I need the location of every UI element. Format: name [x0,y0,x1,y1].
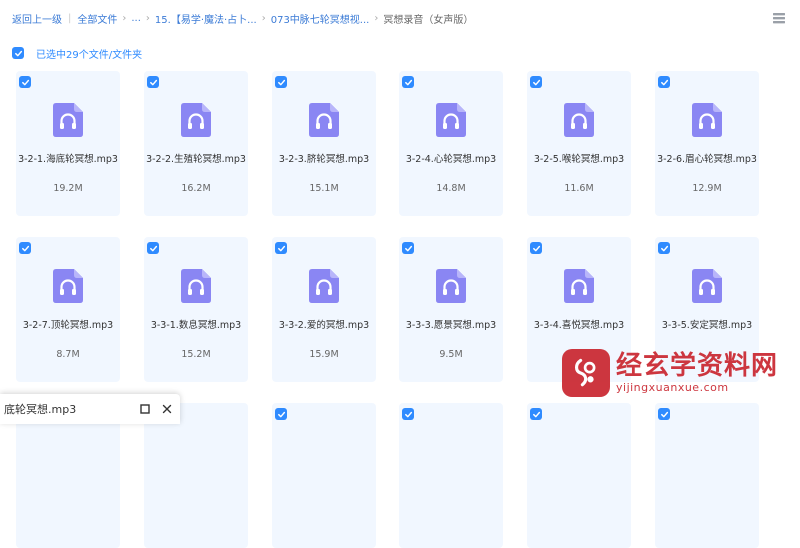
file-card[interactable]: 3-2-7.顶轮冥想.mp3 8.7M [16,237,120,382]
file-name: 3-2-5.喉轮冥想.mp3 [533,154,625,165]
download-bar: 底轮冥想.mp3 [0,394,180,424]
select-all-checkbox[interactable] [12,47,24,59]
audio-file-icon [53,269,83,303]
file-card[interactable] [144,403,248,548]
file-card[interactable]: 3-2-3.脐轮冥想.mp3 15.1M [272,71,376,216]
file-card[interactable]: 3-3-2.爱的冥想.mp3 15.9M [272,237,376,382]
divider: | [68,12,72,24]
chevron-right-icon: › [122,12,127,24]
file-card[interactable]: 3-2-4.心轮冥想.mp3 14.8M [399,71,503,216]
breadcrumb-folder-2[interactable]: 073中脉七轮冥想视... [271,11,370,26]
file-name: 3-3-4.喜悦冥想.mp3 [533,320,625,331]
file-checkbox[interactable] [19,76,31,88]
watermark-url: yijingxuanxue.com [616,381,729,394]
file-size: 15.2M [181,349,211,360]
file-checkbox[interactable] [19,242,31,254]
audio-file-icon [692,269,722,303]
file-size: 12.9M [692,183,722,194]
select-all-row: 已选中29个文件/文件夹 [12,45,142,61]
file-size: 15.9M [309,349,339,360]
file-checkbox[interactable] [402,242,414,254]
file-checkbox[interactable] [275,242,287,254]
file-checkbox[interactable] [530,76,542,88]
file-name: 3-2-1.海底轮冥想.mp3 [18,154,118,165]
file-card[interactable]: 3-2-6.眉心轮冥想.mp3 12.9M [655,71,759,216]
audio-file-icon [309,103,339,137]
file-name: 3-2-2.生殖轮冥想.mp3 [146,154,246,165]
maximize-icon[interactable] [136,400,154,418]
file-card[interactable] [399,403,503,548]
file-name: 3-3-1.数息冥想.mp3 [150,320,242,331]
back-link[interactable]: 返回上一级 [12,11,62,26]
breadcrumb-ellipsis[interactable]: ... [131,13,141,24]
watermark-text: 经玄学资料网 [616,351,779,381]
file-size: 14.8M [436,183,466,194]
file-card[interactable] [272,403,376,548]
file-name: 3-2-7.顶轮冥想.mp3 [22,320,114,331]
all-files-link[interactable]: 全部文件 [77,11,117,26]
file-checkbox[interactable] [275,76,287,88]
file-name: 3-3-3.愿景冥想.mp3 [405,320,497,331]
file-size: 16.2M [181,183,211,194]
file-card[interactable]: 3-2-5.喉轮冥想.mp3 11.6M [527,71,631,216]
file-card[interactable]: 3-2-2.生殖轮冥想.mp3 16.2M [144,71,248,216]
file-name: 3-2-3.脐轮冥想.mp3 [278,154,370,165]
breadcrumb: 返回上一级 | 全部文件 › ... › 15.【易学·魔法·占卜... › 0… [12,10,473,26]
file-size: 9.5M [439,349,463,360]
file-size: 8.7M [56,349,80,360]
audio-file-icon [53,103,83,137]
file-checkbox[interactable] [402,408,414,420]
file-checkbox[interactable] [658,408,670,420]
selection-count: 已选中29个文件/文件夹 [36,49,143,61]
audio-file-icon [181,269,211,303]
download-filename: 底轮冥想.mp3 [4,403,77,416]
file-card[interactable]: 3-3-1.数息冥想.mp3 15.2M [144,237,248,382]
file-card[interactable] [16,403,120,548]
close-icon[interactable] [158,400,176,418]
file-checkbox[interactable] [658,242,670,254]
chevron-right-icon: › [145,12,150,24]
file-name: 3-3-5.安定冥想.mp3 [661,320,753,331]
watermark-logo-icon [562,349,610,397]
file-checkbox[interactable] [658,76,670,88]
file-card[interactable] [527,403,631,548]
file-checkbox[interactable] [147,242,159,254]
watermark: 经玄学资料网 yijingxuanxue.com [562,345,788,401]
breadcrumb-current: 冥想录音（女声版） [383,14,474,26]
file-card[interactable] [655,403,759,548]
chevron-right-icon: › [374,12,379,24]
file-name: 3-2-4.心轮冥想.mp3 [405,154,497,165]
file-size: 19.2M [53,183,83,194]
audio-file-icon [309,269,339,303]
file-checkbox[interactable] [275,408,287,420]
file-card[interactable]: 3-2-1.海底轮冥想.mp3 19.2M [16,71,120,216]
audio-file-icon [436,269,466,303]
file-checkbox[interactable] [402,76,414,88]
file-size: 15.1M [309,183,339,194]
file-card[interactable]: 3-3-3.愿景冥想.mp3 9.5M [399,237,503,382]
file-checkbox[interactable] [530,242,542,254]
view-toggle-icon[interactable] [772,10,786,24]
file-size: 11.6M [564,183,594,194]
file-name: 3-2-6.眉心轮冥想.mp3 [657,154,757,165]
audio-file-icon [181,103,211,137]
chevron-right-icon: › [261,12,266,24]
audio-file-icon [564,103,594,137]
audio-file-icon [692,103,722,137]
audio-file-icon [436,103,466,137]
file-checkbox[interactable] [530,408,542,420]
breadcrumb-folder-1[interactable]: 15.【易学·魔法·占卜... [155,11,257,26]
file-checkbox[interactable] [147,76,159,88]
file-name: 3-3-2.爱的冥想.mp3 [278,320,370,331]
audio-file-icon [564,269,594,303]
